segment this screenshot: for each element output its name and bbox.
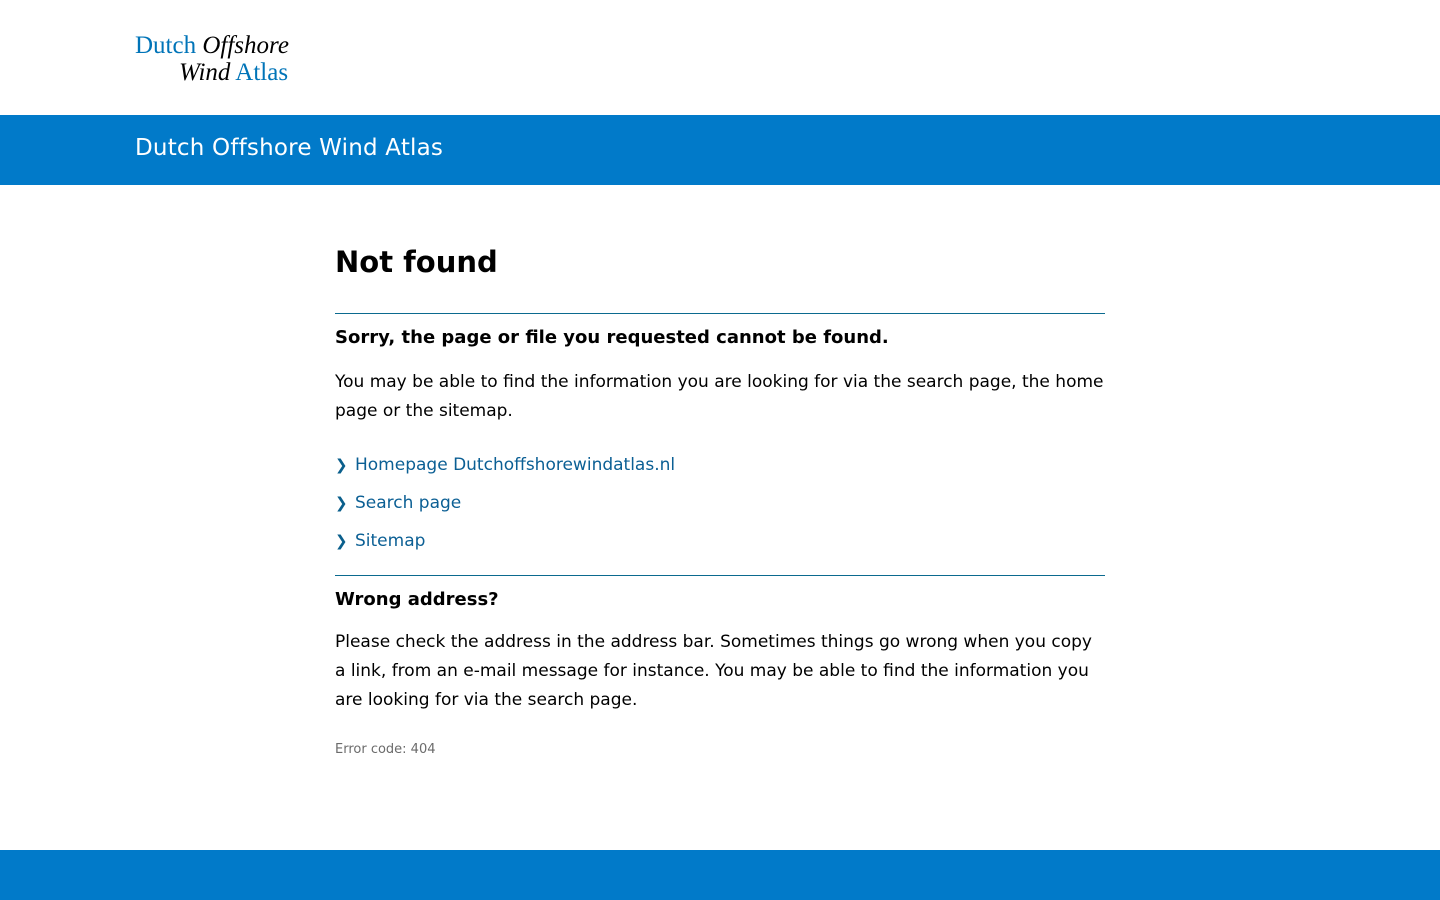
site-title[interactable]: Dutch Offshore Wind Atlas [135, 135, 443, 161]
site-logo[interactable]: Dutch Offshore Wind Atlas [135, 32, 295, 88]
sitemap-link[interactable]: Sitemap [355, 531, 425, 551]
homepage-link[interactable]: Homepage Dutchoffshorewindatlas.nl [355, 455, 675, 475]
logo-word-atlas: Atlas [235, 59, 289, 86]
logo-line-1: Dutch Offshore [135, 32, 295, 59]
divider [335, 575, 1105, 576]
site-title-banner: Dutch Offshore Wind Atlas [0, 115, 1440, 185]
site-header: Dutch Offshore Wind Atlas [0, 0, 1440, 115]
list-item: ❯ Sitemap [335, 522, 1105, 560]
helpful-links-list: ❯ Homepage Dutchoffshorewindatlas.nl ❯ S… [335, 446, 1105, 560]
section-text-wrong-address: Please check the address in the address … [335, 632, 1092, 710]
search-page-link[interactable]: Search page [355, 493, 461, 513]
page-title: Not found [335, 245, 498, 279]
chevron-right-icon: ❯ [335, 494, 348, 512]
list-item: ❯ Search page [335, 484, 1105, 522]
section-heading-not-found: Sorry, the page or file you requested ca… [335, 327, 889, 348]
divider [335, 313, 1105, 314]
main-content: Not found Sorry, the page or file you re… [335, 230, 1105, 757]
list-item: ❯ Homepage Dutchoffshorewindatlas.nl [335, 446, 1105, 484]
chevron-right-icon: ❯ [335, 456, 348, 474]
section-text-not-found: You may be able to find the information … [335, 372, 1104, 421]
logo-word-offshore: Offshore [202, 32, 289, 59]
logo-line-2: Wind Atlas [135, 59, 295, 86]
chevron-right-icon: ❯ [335, 532, 348, 550]
site-footer [0, 850, 1440, 900]
logo-word-wind: Wind [179, 59, 231, 86]
section-heading-wrong-address: Wrong address? [335, 589, 499, 610]
error-code: Error code: 404 [335, 742, 436, 757]
logo-word-dutch: Dutch [135, 32, 197, 59]
